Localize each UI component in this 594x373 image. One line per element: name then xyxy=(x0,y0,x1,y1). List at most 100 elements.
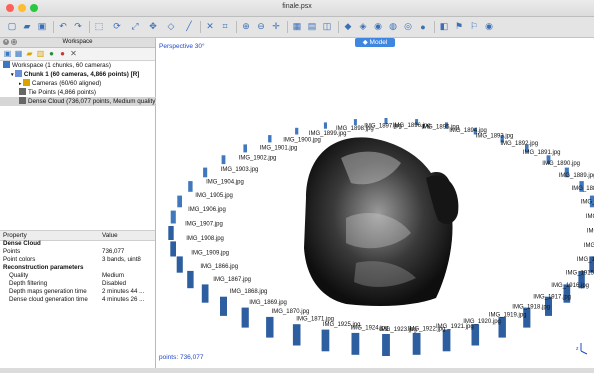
tree-item-label: Chunk 1 (60 cameras, 4,866 points) [R] xyxy=(23,71,140,78)
resize-icon[interactable]: ⤢ xyxy=(129,20,141,33)
remove-icon[interactable]: ✕ xyxy=(69,49,78,58)
camera-marker[interactable] xyxy=(170,210,176,224)
workspace-panel-header: × ◻ Workspace xyxy=(0,38,155,48)
add-folder-icon[interactable]: ▰ xyxy=(25,49,34,58)
flag-icon[interactable]: ⚐ xyxy=(468,20,480,33)
property-row[interactable]: Reconstruction parameters xyxy=(0,264,155,272)
camera-marker[interactable] xyxy=(292,324,301,346)
target-icon[interactable]: ◉ xyxy=(483,20,495,33)
property-row[interactable]: Points 736,077 xyxy=(0,248,155,256)
camera-label: IMG_1867.jpg xyxy=(213,277,251,283)
toolbar-separator xyxy=(236,21,237,33)
title-bar: finale.psx xyxy=(0,0,594,17)
tree-item[interactable]: Tie Points (4,866 points) xyxy=(0,88,174,97)
crop-icon[interactable]: ⌗ xyxy=(219,20,231,33)
camera-label: IMG_1869.jpg xyxy=(249,300,287,306)
camera-marker[interactable] xyxy=(382,334,390,356)
camera-label: IMG_1919.jpg xyxy=(489,313,527,319)
undo-icon[interactable]: ↶ xyxy=(57,20,69,33)
camera-label: IMG_1886.jpg xyxy=(586,214,594,220)
region-icon[interactable]: ◇ xyxy=(165,20,177,33)
disable-icon[interactable]: ● xyxy=(58,49,67,58)
redo-icon[interactable]: ↷ xyxy=(72,20,84,33)
dense-cloud-icon xyxy=(19,97,26,104)
tree-item[interactable]: ▸ Cameras (60/60 aligned) xyxy=(0,79,174,88)
workspace-icon xyxy=(3,61,10,68)
camera-marker[interactable] xyxy=(201,284,209,303)
camera-marker[interactable] xyxy=(177,195,182,208)
zoom-out-icon[interactable]: ⊖ xyxy=(255,20,267,33)
new-icon[interactable]: ▢ xyxy=(6,20,18,33)
workspace-panel-title: Workspace xyxy=(62,39,93,45)
property-row[interactable]: Dense cloud generation time 4 minutes 26 … xyxy=(0,296,155,304)
status-bar xyxy=(0,368,594,373)
camera-marker[interactable] xyxy=(220,296,227,316)
render-mode-2[interactable]: ◈ xyxy=(357,20,369,33)
tree-item[interactable]: Workspace (1 chunks, 60 cameras) xyxy=(0,61,158,70)
delete-icon[interactable]: ✕ xyxy=(204,20,216,33)
layers-icon[interactable]: ◫ xyxy=(321,20,333,33)
camera-marker[interactable] xyxy=(442,329,451,352)
camera-label: IMG_1907.jpg xyxy=(185,222,223,228)
camera-marker[interactable] xyxy=(243,144,247,153)
tree-item-label: Cameras (60/60 aligned) xyxy=(31,80,102,87)
render-mode-5[interactable]: ◎ xyxy=(402,20,414,33)
camera-marker[interactable] xyxy=(412,332,421,355)
add-chunk-icon[interactable]: ▣ xyxy=(3,49,12,58)
camera-marker[interactable] xyxy=(351,332,360,355)
points-count: points: 736,077 xyxy=(159,354,204,361)
scene-canvas[interactable]: IMG_1909.jpg IMG_1908.jpg IMG_1907.jpg IMG_… xyxy=(156,38,594,368)
zoom-in-icon[interactable]: ⊕ xyxy=(240,20,252,33)
camera-marker[interactable] xyxy=(176,256,183,273)
camera-marker[interactable] xyxy=(203,167,208,178)
panel-float-icon[interactable]: ◻ xyxy=(11,39,17,45)
svg-text:z: z xyxy=(576,346,579,352)
camera-marker[interactable] xyxy=(221,155,226,165)
camera-label: IMG_1889.jpg xyxy=(559,173,594,179)
property-row[interactable]: Depth filtering Disabled xyxy=(0,280,155,288)
camera-marker[interactable] xyxy=(323,122,327,129)
tree-item-label: Tie Points (4,866 points) xyxy=(28,89,97,96)
folder-icon xyxy=(22,79,30,86)
grid-icon[interactable]: ▦ xyxy=(291,20,303,33)
markers-icon[interactable]: ⚑ xyxy=(453,20,465,33)
camera-marker[interactable] xyxy=(295,127,299,135)
camera-marker[interactable] xyxy=(321,329,330,352)
render-mode-1[interactable]: ◆ xyxy=(342,20,354,33)
camera-marker[interactable] xyxy=(268,135,272,143)
property-row[interactable]: Quality Medium xyxy=(0,272,155,280)
render-mode-3[interactable]: ◉ xyxy=(372,20,384,33)
camera-marker[interactable] xyxy=(353,119,357,126)
window-title: finale.psx xyxy=(282,3,312,10)
camera-marker[interactable] xyxy=(188,181,193,192)
move-icon[interactable]: ✥ xyxy=(147,20,159,33)
image-icon[interactable]: ▤ xyxy=(306,20,318,33)
camera-marker[interactable] xyxy=(266,316,274,338)
ruler-icon[interactable]: ╱ xyxy=(183,20,195,33)
select-icon[interactable]: ⬚ xyxy=(93,20,105,33)
enable-icon[interactable]: ● xyxy=(47,49,56,58)
tree-item[interactable]: Dense Cloud (736,077 points, Medium qual… xyxy=(0,97,174,106)
property-row[interactable]: Dense Cloud xyxy=(0,240,155,248)
model-view[interactable]: ◆ Model Perspective 30° IMG_1909.jpg IMG_… xyxy=(156,38,594,368)
navigate-icon[interactable]: ✛ xyxy=(270,20,282,33)
render-mode-4[interactable]: ◍ xyxy=(387,20,399,33)
property-row[interactable]: Depth maps generation time 2 minutes 44 .… xyxy=(0,288,155,296)
property-row[interactable]: Point colors 3 bands, uint8 xyxy=(0,256,155,264)
value-column-header[interactable]: Value xyxy=(102,231,118,240)
merge-icon[interactable]: ▥ xyxy=(36,49,45,58)
camera-marker[interactable] xyxy=(168,226,174,240)
camera-marker[interactable] xyxy=(241,307,249,328)
render-mode-6[interactable]: ● xyxy=(417,20,429,33)
panel-close-icon[interactable]: × xyxy=(3,39,9,45)
camera-view-icon[interactable]: ◧ xyxy=(438,20,450,33)
tree-item[interactable]: ▾ Chunk 1 (60 cameras, 4,866 points) [R] xyxy=(0,70,166,79)
camera-label: IMG_1917.jpg xyxy=(533,294,571,300)
rotate-icon[interactable]: ⟳ xyxy=(111,20,123,33)
open-icon[interactable]: ▰ xyxy=(21,20,33,33)
property-column-header[interactable]: Property xyxy=(3,231,27,240)
add-photos-icon[interactable]: ▦ xyxy=(14,49,23,58)
save-icon[interactable]: ▣ xyxy=(36,20,48,33)
camera-marker[interactable] xyxy=(187,270,194,289)
camera-marker[interactable] xyxy=(170,241,176,257)
